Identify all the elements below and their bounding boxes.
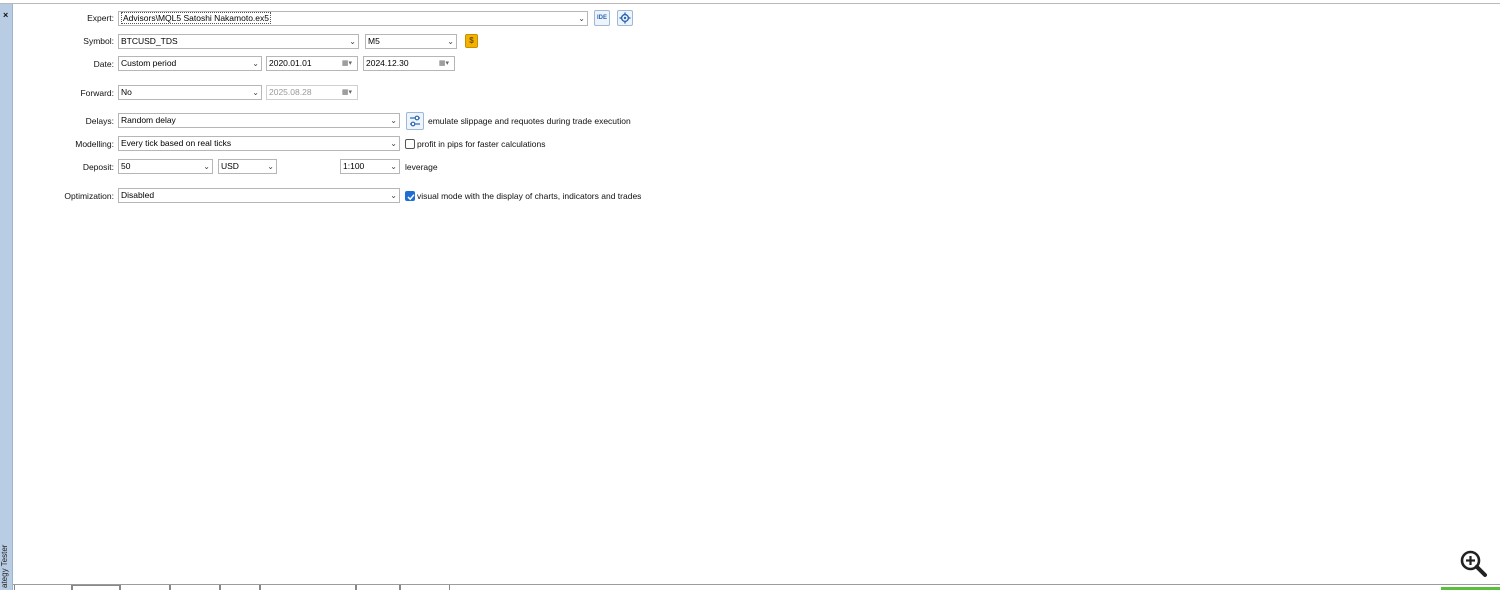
tab-8[interactable] xyxy=(400,585,450,590)
ide-label: IDE xyxy=(596,15,607,21)
deposit-amount-select[interactable]: 50 ⌄ xyxy=(118,159,213,174)
modelling-value: Every tick based on real ticks xyxy=(121,138,232,148)
leverage-label: leverage xyxy=(405,162,438,172)
forward-date-value: 2025.08.28 xyxy=(269,87,312,97)
tab-4[interactable] xyxy=(170,585,220,590)
expert-label: Expert: xyxy=(87,13,114,23)
symbol-value: BTCUSD_TDS xyxy=(121,36,178,46)
expert-settings-button[interactable] xyxy=(617,10,633,26)
date-from-value: 2020.01.01 xyxy=(269,58,312,68)
calendar-icon: ▦▾ xyxy=(341,89,353,96)
forward-select[interactable]: No ⌄ xyxy=(118,85,262,100)
tab-5[interactable] xyxy=(220,585,260,590)
currency-value: USD xyxy=(221,161,239,171)
top-border xyxy=(0,3,1500,4)
profit-in-pips-checkbox[interactable] xyxy=(405,139,415,149)
chevron-down-icon: ⌄ xyxy=(203,162,210,171)
zoom-in-button[interactable] xyxy=(1459,549,1489,579)
chevron-down-icon: ⌄ xyxy=(390,162,397,171)
visual-mode-label[interactable]: visual mode with the display of charts, … xyxy=(417,189,641,203)
calendar-icon[interactable]: ▦▾ xyxy=(435,58,453,69)
tester-tab-strip xyxy=(14,585,1434,590)
date-to-picker[interactable]: 2024.12.30 ▦▾ xyxy=(363,56,455,71)
chevron-down-icon: ⌄ xyxy=(267,162,274,171)
visual-mode-checkbox[interactable] xyxy=(405,191,415,201)
timeframe-select[interactable]: M5 ⌄ xyxy=(365,34,457,49)
optimization-value: Disabled xyxy=(121,190,155,200)
calendar-icon[interactable]: ▦▾ xyxy=(338,58,356,69)
leverage-select[interactable]: 1:100 ⌄ xyxy=(340,159,400,174)
symbol-label: Symbol: xyxy=(83,36,114,46)
leverage-value: 1:100 xyxy=(343,161,365,171)
date-from-picker[interactable]: 2020.01.01 ▦▾ xyxy=(266,56,358,71)
delays-value: Random delay xyxy=(121,115,176,125)
expert-value: Advisors\MQL5 Satoshi Nakamoto.ex5 xyxy=(121,12,271,24)
chevron-down-icon: ⌄ xyxy=(447,37,454,46)
tab-6[interactable] xyxy=(260,585,356,590)
chevron-down-icon: ⌄ xyxy=(390,191,397,200)
chevron-down-icon: ⌄ xyxy=(390,116,397,125)
date-label: Date: xyxy=(93,59,114,69)
chevron-down-icon: ⌄ xyxy=(349,37,356,46)
delay-settings-button[interactable] xyxy=(406,112,424,130)
currency-select[interactable]: USD ⌄ xyxy=(218,159,277,174)
zoom-in-icon xyxy=(1460,550,1487,577)
date-to-value: 2024.12.30 xyxy=(366,58,409,68)
deposit-label: Deposit: xyxy=(82,162,114,172)
forward-date-picker: 2025.08.28 ▦▾ xyxy=(266,85,358,100)
modelling-label: Modelling: xyxy=(75,139,114,149)
tab-2[interactable] xyxy=(72,585,120,590)
forward-label: Forward: xyxy=(80,88,114,98)
delays-select[interactable]: Random delay ⌄ xyxy=(118,113,400,128)
forward-value: No xyxy=(121,87,132,97)
panel-vertical-title: ategy Tester xyxy=(0,544,9,588)
sliders-icon xyxy=(410,115,420,127)
timeframe-value: M5 xyxy=(368,36,380,46)
dollar-icon: $ xyxy=(469,36,474,45)
gear-icon xyxy=(619,12,631,24)
ide-button[interactable]: IDE xyxy=(594,10,610,26)
symbol-select[interactable]: BTCUSD_TDS ⌄ xyxy=(118,34,359,49)
chevron-down-icon: ⌄ xyxy=(252,59,259,68)
profit-in-pips-label[interactable]: profit in pips for faster calculations xyxy=(417,137,546,151)
delays-label: Delays: xyxy=(85,116,114,126)
symbol-spec-button[interactable]: $ xyxy=(465,34,478,48)
chevron-down-icon: ⌄ xyxy=(252,88,259,97)
chevron-down-icon: ⌄ xyxy=(390,139,397,148)
period-select[interactable]: Custom period ⌄ xyxy=(118,56,262,71)
modelling-select[interactable]: Every tick based on real ticks ⌄ xyxy=(118,136,400,151)
deposit-amount-value: 50 xyxy=(121,161,131,171)
chevron-down-icon: ⌄ xyxy=(578,14,585,23)
optimization-select[interactable]: Disabled ⌄ xyxy=(118,188,400,203)
tab-1[interactable] xyxy=(14,585,72,590)
period-value: Custom period xyxy=(121,58,177,68)
checkmark-icon xyxy=(407,194,415,201)
expert-select[interactable]: Advisors\MQL5 Satoshi Nakamoto.ex5 ⌄ xyxy=(118,11,588,26)
optimization-label: Optimization: xyxy=(64,191,114,201)
delays-note: emulate slippage and requotes during tra… xyxy=(428,116,631,126)
tab-3[interactable] xyxy=(120,585,170,590)
tab-7[interactable] xyxy=(356,585,400,590)
